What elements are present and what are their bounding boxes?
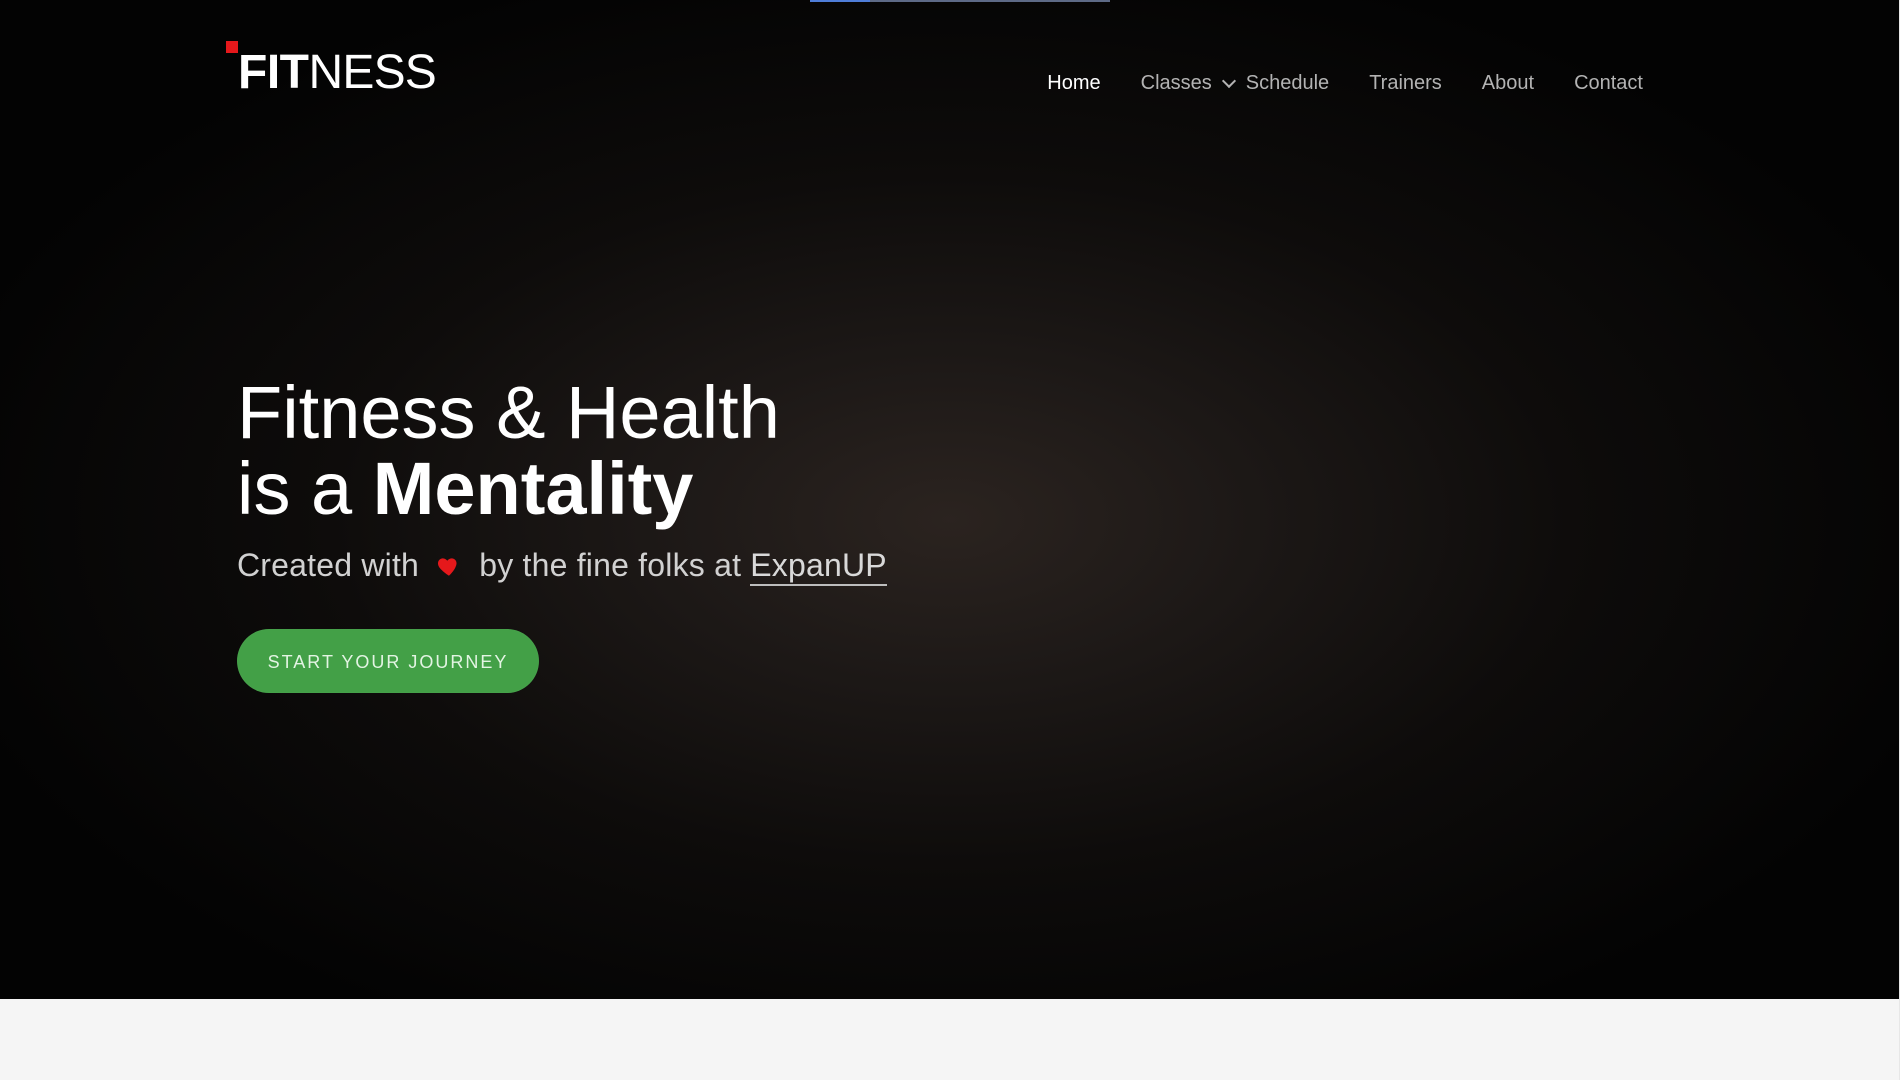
headline-line-one: Fitness & Health [237, 371, 780, 454]
nav-item-classes[interactable]: Classes [1140, 71, 1236, 95]
headline-prefix: is a [237, 447, 373, 530]
hero-section: FITNESS Home Classes Schedule Trainers A… [0, 0, 1900, 999]
top-progress-accent [810, 0, 870, 2]
logo-bold-text: FIT [238, 46, 309, 99]
logo-text: FITNESS [238, 46, 437, 99]
hero-tagline: Created with by the fine folks at ExpanU… [237, 546, 887, 586]
site-logo[interactable]: FITNESS [226, 41, 437, 101]
expanup-link[interactable]: ExpanUP [750, 547, 887, 586]
nav-item-contact[interactable]: Contact [1574, 70, 1643, 96]
chevron-down-icon [1221, 73, 1236, 88]
main-navigation: Home Classes Schedule Trainers About Con… [1047, 70, 1643, 96]
below-hero-section [0, 999, 1900, 1080]
tagline-before: Created with [237, 547, 420, 583]
logo-square-icon [226, 41, 238, 53]
tagline-middle: by the fine folks at [479, 547, 742, 583]
headline-emphasis: Mentality [372, 447, 694, 530]
hero-headline: Fitness & Health is a Mentality [237, 375, 780, 527]
heart-icon [438, 558, 457, 576]
logo-light-text: NESS [308, 46, 436, 99]
start-journey-button[interactable]: START YOUR JOURNEY [237, 629, 539, 693]
nav-item-about[interactable]: About [1482, 70, 1534, 96]
nav-item-classes-label: Classes [1140, 71, 1212, 94]
nav-item-schedule[interactable]: Schedule [1246, 70, 1329, 96]
nav-item-home[interactable]: Home [1047, 70, 1100, 96]
nav-item-trainers[interactable]: Trainers [1369, 70, 1442, 96]
